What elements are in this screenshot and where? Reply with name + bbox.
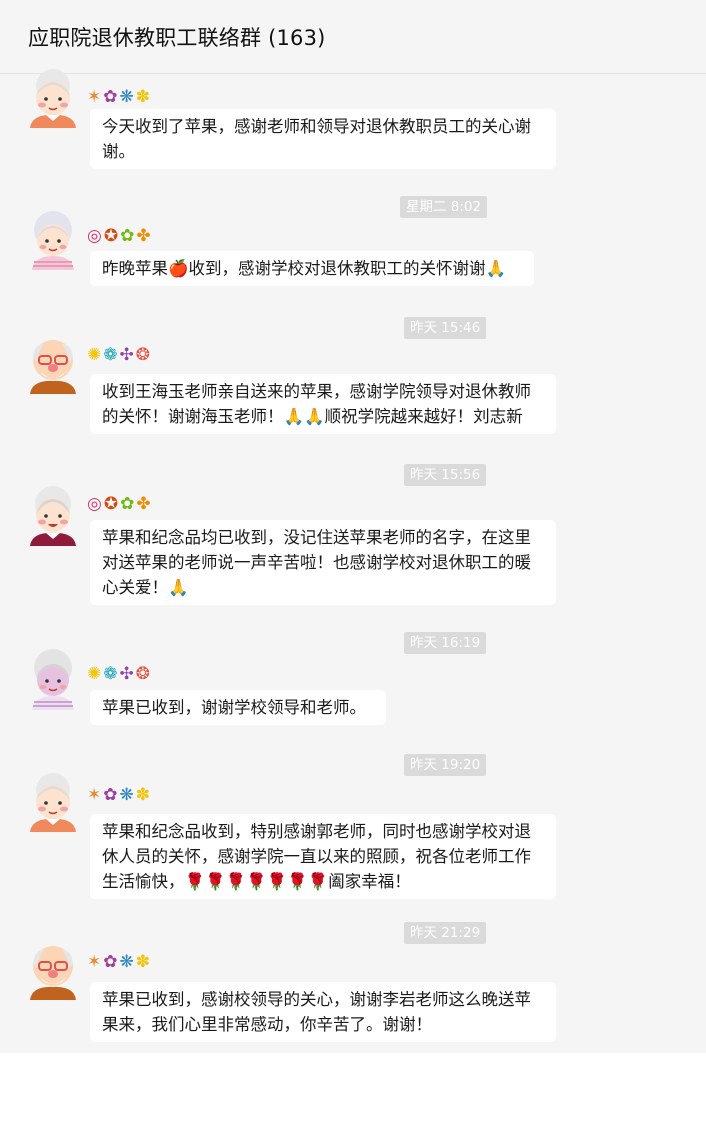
grandpa-avatar[interactable] [22, 938, 84, 1000]
sender-nickname: ✶ ✿ ❋ ✽ [87, 952, 150, 972]
message-bubble[interactable]: 苹果已收到，谢谢学校领导和老师。 [90, 690, 386, 725]
sender-nickname: ✶ ✿ ❋ ✽ [87, 785, 150, 805]
grandma-avatar[interactable] [22, 66, 84, 128]
message-bubble[interactable]: 苹果和纪念品收到，特别感谢郭老师，同时也感谢学校对退休人员的关怀，感谢学院一直以… [90, 814, 556, 899]
message-list[interactable]: ✶ ✿ ❋ ✽ 今天收到了苹果，感谢老师和领导对退休教职员工的关心谢谢。 星期二 8:… [0, 69, 706, 1053]
timestamp: 昨天 16:19 [404, 632, 487, 654]
grandma-avatar[interactable] [22, 648, 84, 710]
timestamp: 星期二 8:02 [400, 196, 488, 218]
timestamp: 昨天 21:29 [404, 922, 487, 944]
grandma-avatar[interactable] [22, 208, 84, 270]
sender-nickname: ✺ ❁ ✣ ❂ [87, 345, 150, 365]
sender-nickname: ✺ ❁ ✣ ❂ [87, 664, 150, 684]
sender-nickname: ✶ ✿ ❋ ✽ [87, 87, 150, 107]
timestamp: 昨天 15:56 [404, 464, 487, 486]
message-bubble[interactable]: 今天收到了苹果，感谢老师和领导对退休教职员工的关心谢谢。 [90, 109, 556, 169]
message-bubble[interactable]: 苹果已收到，感谢校领导的关心，谢谢李岩老师这么晚送苹果来，我们心里非常感动，你辛… [90, 982, 556, 1042]
group-title: 应职院退休教职工联络群 (163) [28, 26, 326, 50]
message-bubble[interactable]: 昨晚苹果🍎收到，感谢学校对退休教职工的关怀谢谢🙏 [90, 251, 534, 286]
timestamp: 昨天 15:46 [404, 317, 487, 339]
message-bubble[interactable]: 收到王海玉老师亲自送来的苹果，感谢学院领导对退休教师的关怀！谢谢海玉老师！🙏🙏顺… [90, 374, 556, 434]
grandma-avatar[interactable] [22, 484, 84, 546]
timestamp: 昨天 19:20 [404, 754, 487, 776]
message-bubble[interactable]: 苹果和纪念品均已收到，没记住送苹果老师的名字，在这里对送苹果的老师说一声辛苦啦！… [90, 520, 556, 605]
chat-header: 应职院退休教职工联络群 (163) [0, 0, 706, 74]
sender-nickname: ◎ ✪ ✿ ✤ [87, 494, 151, 514]
grandma-avatar[interactable] [22, 770, 84, 832]
grandpa-avatar[interactable] [22, 332, 84, 394]
sender-nickname: ◎ ✪ ✿ ✤ [87, 226, 151, 246]
